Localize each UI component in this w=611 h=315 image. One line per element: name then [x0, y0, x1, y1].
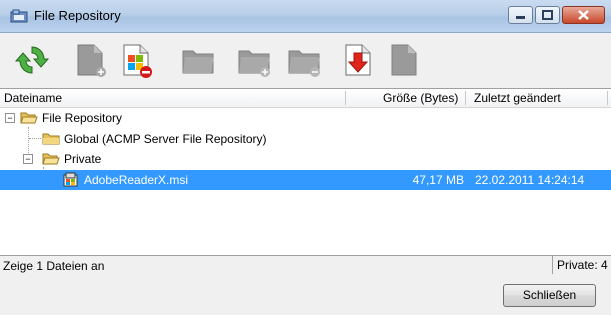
column-header: Dateiname Größe (Bytes) Zuletzt geändert: [0, 89, 611, 108]
window-title: File Repository: [34, 8, 121, 23]
tree-node-label: File Repository: [42, 111, 123, 125]
maximize-icon: [542, 10, 553, 20]
folder-icon[interactable]: [180, 41, 216, 79]
file-name: AdobeReaderX.msi: [84, 173, 189, 187]
msi-file-icon: [63, 172, 78, 187]
minimize-icon: [516, 16, 525, 19]
folder-icon: [42, 133, 60, 145]
column-name[interactable]: Dateiname: [4, 91, 62, 105]
tree-node-label: Private: [64, 152, 102, 166]
remove-file-icon[interactable]: [118, 41, 154, 79]
download-icon[interactable]: [340, 41, 376, 79]
close-window-button[interactable]: [562, 6, 605, 24]
add-file-icon[interactable]: [72, 41, 108, 79]
status-bar: Zeige 1 Dateien an Private: 4: [0, 256, 611, 276]
file-size: 47,17 MB: [412, 173, 464, 187]
status-text: Zeige 1 Dateien an: [3, 259, 105, 273]
tree-node-root[interactable]: − File Repository: [0, 108, 611, 128]
open-folder-icon: [42, 153, 60, 165]
title-bar[interactable]: File Repository: [0, 0, 611, 33]
collapse-icon[interactable]: −: [23, 154, 33, 164]
file-icon[interactable]: [386, 41, 422, 79]
collapse-icon[interactable]: −: [5, 113, 15, 123]
maximize-button[interactable]: [535, 6, 560, 24]
file-tree[interactable]: Dateiname Größe (Bytes) Zuletzt geändert…: [0, 88, 611, 256]
add-folder-icon[interactable]: [236, 41, 272, 79]
close-icon: [578, 10, 589, 20]
refresh-icon[interactable]: [14, 41, 50, 79]
file-modified: 22.02.2011 14:24:14: [475, 173, 585, 187]
toolbar: [0, 33, 611, 87]
remove-folder-icon[interactable]: [286, 41, 322, 79]
column-size[interactable]: Größe (Bytes): [383, 91, 458, 105]
file-repository-window: File Repository Dateiname Größe (Bytes) …: [0, 0, 611, 315]
tree-node-private[interactable]: − Private: [0, 149, 611, 169]
tree-node-file[interactable]: AdobeReaderX.msi 47,17 MB 22.02.2011 14:…: [0, 170, 611, 190]
close-button[interactable]: Schließen: [503, 284, 596, 307]
column-modified[interactable]: Zuletzt geändert: [474, 91, 561, 105]
open-folder-icon: [20, 112, 38, 124]
app-icon: [10, 9, 28, 23]
minimize-button[interactable]: [508, 6, 533, 24]
tree-node-label: Global (ACMP Server File Repository): [64, 132, 267, 146]
status-private-count: Private: 4: [552, 256, 611, 274]
tree-node-global[interactable]: Global (ACMP Server File Repository): [0, 129, 611, 149]
